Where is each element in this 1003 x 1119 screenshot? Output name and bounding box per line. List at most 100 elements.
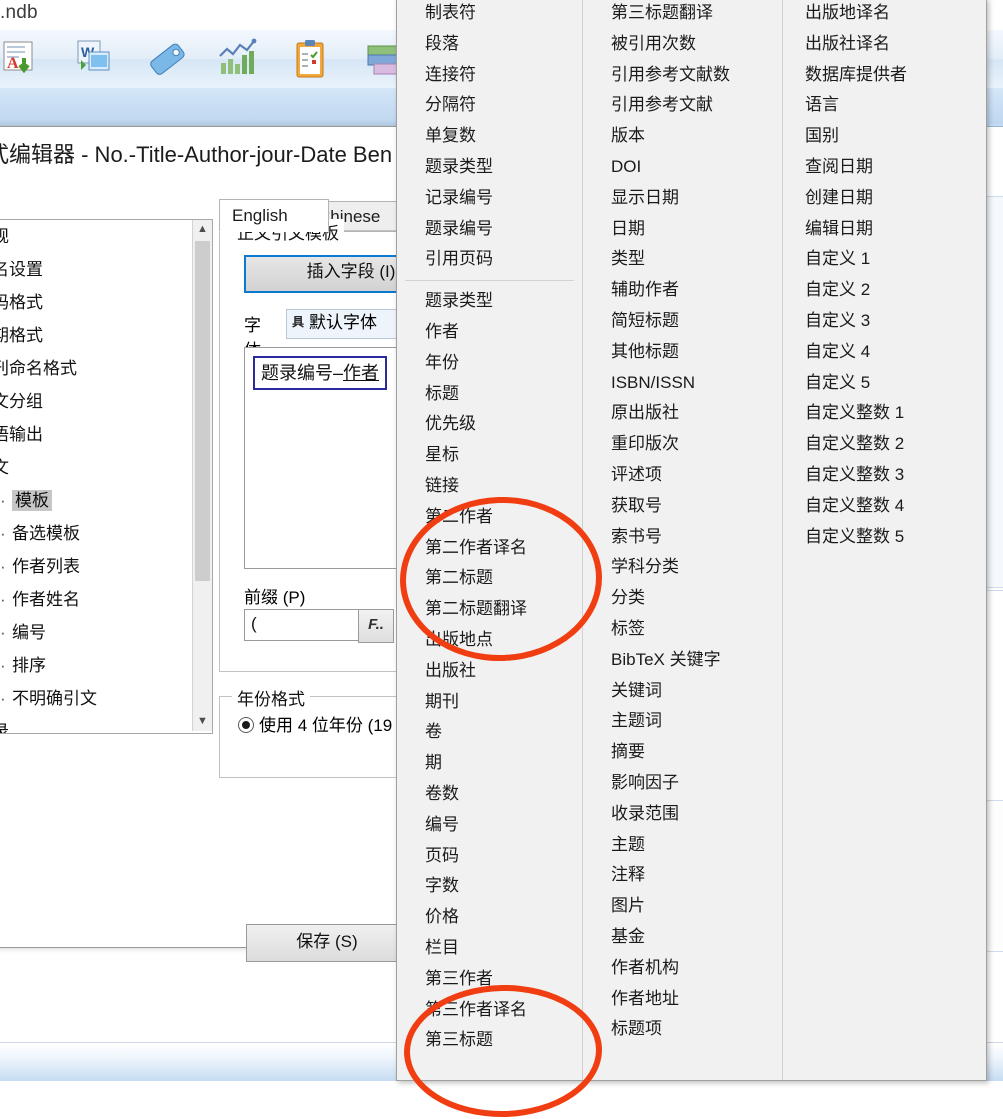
settings-tree-item[interactable]: 文	[0, 451, 212, 484]
field-menu-item[interactable]: 引用参考文献数	[583, 60, 782, 91]
field-menu-item[interactable]: 编号	[397, 810, 582, 841]
field-menu-item[interactable]: 第二作者译名	[397, 533, 582, 564]
chevron-up-icon[interactable]: ▲	[193, 220, 212, 239]
field-menu-item[interactable]: 版本	[583, 121, 782, 152]
field-menu-item[interactable]: 制表符	[397, 0, 582, 29]
prefix-input[interactable]: (	[244, 609, 360, 641]
field-menu-item[interactable]: 记录编号	[397, 183, 582, 214]
field-menu-item[interactable]: 关键词	[583, 676, 782, 707]
field-menu-item[interactable]: 摘要	[583, 737, 782, 768]
tab-english[interactable]: English	[219, 199, 329, 232]
field-menu-item[interactable]: 自定义 3	[783, 306, 984, 337]
field-menu-item[interactable]: 自定义 4	[783, 337, 984, 368]
scrollbar-thumb[interactable]	[195, 241, 210, 581]
insert-field-popup-menu[interactable]: 制表符 段落 连接符 分隔符 单复数 题录类型 记录编号 题录编号 引用页码 题录类型 作者 年份 标题…	[396, 0, 987, 1081]
field-menu-item[interactable]: 基金	[583, 922, 782, 953]
statistics-chart-icon[interactable]	[216, 38, 262, 82]
field-menu-item[interactable]: 星标	[397, 440, 582, 471]
settings-tree-scrollbar[interactable]: ▲ ▼	[192, 220, 212, 731]
field-menu-item[interactable]: 辅助作者	[583, 275, 782, 306]
field-menu-item[interactable]: 年份	[397, 348, 582, 379]
field-menu-item[interactable]: 字数	[397, 871, 582, 902]
field-menu-item[interactable]: 第三标题翻译	[583, 0, 782, 29]
field-menu-item[interactable]: 作者机构	[583, 953, 782, 984]
settings-tree-item[interactable]: 录	[0, 715, 212, 733]
field-menu-item[interactable]: DOI	[583, 152, 782, 183]
settings-tree-item[interactable]: 备选模板	[0, 517, 212, 550]
field-menu-item[interactable]: ISBN/ISSN	[583, 368, 782, 399]
field-menu-item[interactable]: 影响因子	[583, 768, 782, 799]
field-menu-item[interactable]: 主题	[583, 830, 782, 861]
field-menu-item[interactable]: 获取号	[583, 491, 782, 522]
field-menu-item[interactable]: 编辑日期	[783, 214, 984, 245]
tag-icon[interactable]	[146, 38, 192, 82]
field-menu-item[interactable]: 栏目	[397, 933, 582, 964]
field-menu-item[interactable]: 引用页码	[397, 244, 582, 275]
chevron-down-icon[interactable]: ▼	[193, 712, 212, 731]
settings-tree-item[interactable]: 作者列表	[0, 550, 212, 583]
settings-tree-item[interactable]: 刊命名格式	[0, 352, 212, 385]
field-menu-item[interactable]: 自定义整数 3	[783, 460, 984, 491]
field-menu-item[interactable]: 类型	[583, 244, 782, 275]
field-menu-item[interactable]: 卷	[397, 717, 582, 748]
year-format-radio-option[interactable]: 使用 4 位年份 (19	[238, 711, 392, 736]
field-menu-item[interactable]: 学科分类	[583, 552, 782, 583]
field-menu-item[interactable]: 价格	[397, 902, 582, 933]
template-field-token[interactable]: 题录编号–作者	[253, 356, 388, 390]
field-menu-item[interactable]: 出版社	[397, 656, 582, 687]
field-menu-item[interactable]: 段落	[397, 29, 582, 60]
field-menu-item[interactable]: 第三标题	[397, 1025, 582, 1056]
settings-tree-item[interactable]: 模板	[0, 484, 212, 517]
field-menu-item[interactable]: 自定义整数 2	[783, 429, 984, 460]
field-menu-item[interactable]: 自定义 2	[783, 275, 984, 306]
settings-tree-item[interactable]: 名设置	[0, 253, 212, 286]
field-menu-item[interactable]: 页码	[397, 841, 582, 872]
prefix-format-button[interactable]: F..	[358, 609, 394, 643]
field-menu-item[interactable]: 收录范围	[583, 799, 782, 830]
settings-tree-item[interactable]: 排序	[0, 649, 212, 682]
field-menu-item[interactable]: 语言	[783, 90, 984, 121]
field-menu-item[interactable]: 期	[397, 748, 582, 779]
field-menu-item[interactable]: 自定义整数 1	[783, 398, 984, 429]
field-menu-item[interactable]: 显示日期	[583, 183, 782, 214]
field-menu-item[interactable]: 标题	[397, 379, 582, 410]
field-menu-item[interactable]: 简短标题	[583, 306, 782, 337]
settings-tree-item[interactable]: 期格式	[0, 319, 212, 352]
field-menu-item[interactable]: 图片	[583, 891, 782, 922]
field-menu-item[interactable]: 分类	[583, 583, 782, 614]
field-menu-item[interactable]: 题录类型	[397, 286, 582, 317]
field-menu-item[interactable]: 出版地点	[397, 625, 582, 656]
field-menu-item[interactable]: 引用参考文献	[583, 90, 782, 121]
field-menu-item[interactable]: 第三作者译名	[397, 995, 582, 1026]
word-export-icon[interactable]: W	[75, 38, 121, 82]
field-menu-item[interactable]: 连接符	[397, 60, 582, 91]
field-menu-item[interactable]: 题录编号	[397, 214, 582, 245]
field-menu-item[interactable]: 其他标题	[583, 337, 782, 368]
field-menu-item[interactable]: 标题项	[583, 1014, 782, 1045]
field-menu-item[interactable]: 作者地址	[583, 984, 782, 1015]
field-menu-item[interactable]: 单复数	[397, 121, 582, 152]
field-menu-item[interactable]: 评述项	[583, 460, 782, 491]
settings-tree-item[interactable]: 文分组	[0, 385, 212, 418]
field-menu-item[interactable]: 出版社译名	[783, 29, 984, 60]
save-button[interactable]: 保存 (S)	[246, 924, 408, 962]
field-menu-item[interactable]: 第二作者	[397, 502, 582, 533]
field-menu-item[interactable]: 分隔符	[397, 90, 582, 121]
field-menu-item[interactable]: 出版地译名	[783, 0, 984, 29]
field-menu-item[interactable]: 索书号	[583, 522, 782, 553]
settings-tree[interactable]: 规名设置码格式期格式刊命名格式文分组语输出文模板备选模板作者列表作者姓名编号排序…	[0, 219, 213, 734]
field-menu-item[interactable]: 期刊	[397, 687, 582, 718]
field-menu-item[interactable]: 卷数	[397, 779, 582, 810]
field-menu-item[interactable]: 日期	[583, 214, 782, 245]
field-menu-item[interactable]: 自定义 1	[783, 244, 984, 275]
field-menu-item[interactable]: 第三作者	[397, 964, 582, 995]
settings-tree-item[interactable]: 作者姓名	[0, 583, 212, 616]
field-menu-item[interactable]: 作者	[397, 317, 582, 348]
clipboard-checklist-icon[interactable]	[290, 38, 336, 82]
field-menu-item[interactable]: 第二标题	[397, 563, 582, 594]
field-menu-item[interactable]: BibTeX 关键字	[583, 645, 782, 676]
field-menu-item[interactable]: 数据库提供者	[783, 60, 984, 91]
settings-tree-item[interactable]: 不明确引文	[0, 682, 212, 715]
field-menu-item[interactable]: 标签	[583, 614, 782, 645]
settings-tree-item[interactable]: 规	[0, 220, 212, 253]
